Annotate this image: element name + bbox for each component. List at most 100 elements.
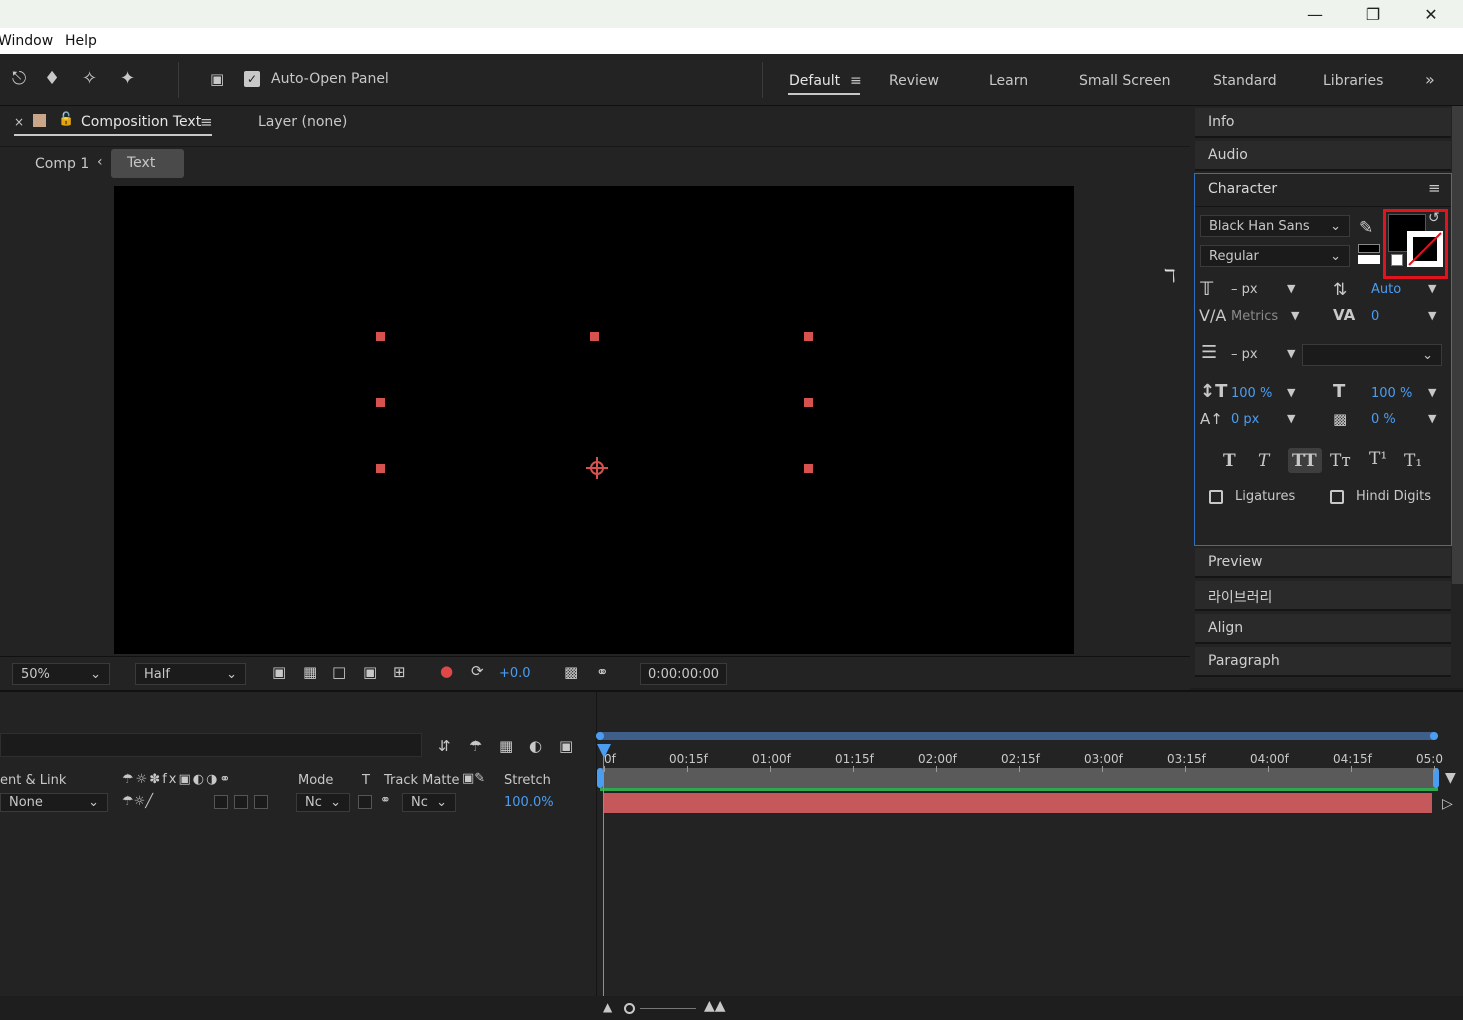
anchor-point-icon[interactable]	[585, 456, 609, 480]
col-parent-link[interactable]: ent & Link	[0, 773, 66, 788]
composition-canvas[interactable]	[114, 186, 1074, 654]
motion-blur-icon[interactable]: ◐	[529, 737, 542, 755]
black-swatch[interactable]	[1358, 244, 1380, 253]
bbox-handle[interactable]	[376, 464, 385, 473]
roto-brush-tool-icon[interactable]: ✧	[82, 68, 97, 89]
vertical-scale-value[interactable]: 100 %	[1231, 386, 1272, 401]
mode-select[interactable]: Nc ⌄	[296, 793, 350, 812]
workspace-menu-icon[interactable]: ≡	[850, 73, 862, 89]
faux-italic-icon[interactable]: T	[1258, 451, 1269, 471]
font-style-select[interactable]: Regular ⌄	[1200, 245, 1350, 267]
white-swatch[interactable]	[1358, 255, 1380, 264]
small-caps-icon[interactable]: Tᴛ	[1330, 451, 1351, 471]
bbox-handle[interactable]	[804, 332, 813, 341]
stroke-style-select[interactable]: ⌄	[1302, 344, 1442, 366]
comp-color-label[interactable]	[33, 114, 46, 127]
lock-icon[interactable]: 🔓	[58, 112, 74, 127]
stroke-width-dropdown-icon[interactable]: ▼	[1287, 347, 1295, 360]
subscript-icon[interactable]: T₁	[1404, 451, 1422, 471]
tracking-value[interactable]: 0	[1371, 309, 1379, 324]
exposure-value[interactable]: +0.0	[499, 666, 531, 681]
show-snapshot-icon[interactable]: ⚭	[596, 663, 609, 681]
panel-menu-icon[interactable]: ≡	[1428, 179, 1441, 197]
panel-menu-icon[interactable]: ≡	[200, 113, 213, 131]
tsume-dropdown-icon[interactable]: ▼	[1428, 412, 1436, 425]
layer-duration-bar[interactable]	[604, 793, 1432, 813]
audio-panel-header[interactable]: Audio	[1195, 141, 1451, 171]
col-stretch[interactable]: Stretch	[504, 773, 551, 788]
eraser-tool-icon[interactable]: ♦	[44, 68, 60, 89]
workspace-tab-review[interactable]: Review	[889, 73, 939, 89]
workspace-tab-small-screen[interactable]: Small Screen	[1079, 73, 1170, 89]
swap-colors-icon[interactable]: ↺	[1428, 210, 1440, 226]
bbox-handle[interactable]	[376, 332, 385, 341]
restore-icon[interactable]: ❐	[1344, 0, 1402, 28]
switch-box[interactable]	[254, 795, 268, 809]
transparency-grid-icon[interactable]: ▦	[303, 663, 317, 681]
reset-exposure-icon[interactable]: ⟳	[471, 662, 484, 680]
vertical-scale-dropdown-icon[interactable]: ▼	[1287, 386, 1295, 399]
work-area-end-handle[interactable]	[1430, 732, 1438, 740]
current-time-display[interactable]: 0:00:00:00	[640, 663, 727, 685]
leading-dropdown-icon[interactable]: ▼	[1428, 282, 1436, 295]
breadcrumb-current[interactable]: Text	[111, 149, 184, 178]
right-panel-scrollbar[interactable]	[1452, 106, 1463, 584]
zoom-out-icon[interactable]: ▲	[603, 1000, 612, 1014]
ligatures-checkbox[interactable]	[1209, 490, 1223, 504]
workspace-tab-libraries[interactable]: Libraries	[1323, 73, 1383, 89]
all-caps-button[interactable]: TT	[1288, 448, 1322, 473]
parent-select[interactable]: None ⌄	[0, 793, 108, 812]
fast-previews-icon[interactable]: ▣	[272, 663, 286, 681]
close-tab-icon[interactable]: ×	[14, 115, 24, 129]
col-track-matte[interactable]: Track Matte	[384, 773, 460, 788]
region-of-interest-icon[interactable]: ▣	[363, 663, 377, 681]
stretch-value[interactable]: 100.0%	[504, 795, 554, 810]
baseline-shift-dropdown-icon[interactable]: ▼	[1287, 412, 1295, 425]
stroke-width-value[interactable]: – px	[1231, 347, 1258, 362]
col-t[interactable]: T	[362, 773, 370, 788]
track-matte-select[interactable]: Nc ⌄	[402, 793, 456, 812]
comp-marker-icon[interactable]: ▼	[1445, 770, 1456, 786]
font-size-value[interactable]: – px	[1231, 282, 1258, 297]
auto-open-panel-checkbox[interactable]: ✓	[244, 71, 260, 87]
switch-box[interactable]	[214, 795, 228, 809]
bbox-handle[interactable]	[804, 398, 813, 407]
horizontal-scale-value[interactable]: 100 %	[1371, 386, 1412, 401]
superscript-icon[interactable]: T¹	[1369, 449, 1387, 469]
layer-tab[interactable]: Layer (none)	[258, 114, 347, 130]
composition-tab[interactable]: Composition Text	[81, 114, 201, 130]
layer-row[interactable]: None ⌄ ☂☼╱ Nc ⌄ ⚭ Nc ⌄ 100.0%	[0, 793, 596, 813]
eyedropper-icon[interactable]: ✎	[1359, 218, 1373, 238]
frame-blending-icon[interactable]: ▦	[499, 737, 513, 755]
shy-layers-icon[interactable]: ☂	[469, 737, 482, 755]
resolution-select[interactable]: Half ⌄	[135, 663, 246, 685]
stroke-color-swatch[interactable]	[1407, 231, 1443, 267]
zoom-slider-track[interactable]	[640, 1008, 696, 1009]
snapshot-camera-icon[interactable]: ▩	[564, 663, 578, 681]
hindi-digits-checkbox[interactable]	[1330, 490, 1344, 504]
align-panel-header[interactable]: Align	[1195, 614, 1451, 644]
info-panel-header[interactable]: Info	[1195, 108, 1451, 138]
zoom-in-icon[interactable]: ▲▲	[704, 998, 726, 1014]
leading-value[interactable]: Auto	[1371, 282, 1401, 297]
playhead-line[interactable]	[603, 744, 604, 996]
zoom-select[interactable]: 50% ⌄	[12, 663, 110, 685]
layer-marker-icon[interactable]: ▷	[1442, 796, 1453, 812]
kerning-dropdown-icon[interactable]: ▼	[1291, 309, 1299, 322]
col-mode[interactable]: Mode	[298, 773, 333, 788]
track-matte-link-icon[interactable]: ⚭	[380, 793, 391, 808]
menu-window[interactable]: Window	[0, 33, 53, 49]
preserve-transparency-box[interactable]	[358, 795, 372, 809]
horizontal-scale-dropdown-icon[interactable]: ▼	[1428, 386, 1436, 399]
more-workspaces-icon[interactable]: »	[1425, 70, 1435, 89]
tsume-value[interactable]: 0 %	[1371, 412, 1396, 427]
work-area-bar[interactable]	[596, 732, 1438, 740]
preview-panel-header[interactable]: Preview	[1195, 548, 1451, 578]
workspace-tab-standard[interactable]: Standard	[1213, 73, 1277, 89]
graph-editor-icon[interactable]: ▣	[559, 737, 573, 755]
puppet-pin-tool-icon[interactable]: ✦	[120, 68, 135, 89]
work-area-start-handle[interactable]	[596, 732, 604, 740]
paragraph-panel-header[interactable]: Paragraph	[1195, 647, 1451, 677]
close-icon[interactable]: ✕	[1402, 0, 1460, 28]
bbox-handle[interactable]	[590, 332, 599, 341]
